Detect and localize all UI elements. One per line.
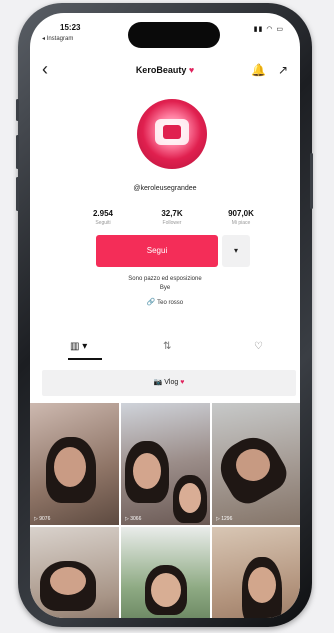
link-icon: 🔗 (146, 299, 156, 306)
thumbnail-face (133, 453, 161, 489)
share-icon[interactable]: ↗ (278, 63, 288, 77)
silent-switch (16, 99, 19, 121)
thumbnail-face (236, 449, 270, 481)
profile-handle: @keroleusegrandee (133, 185, 197, 192)
avatar-image-detail-2 (163, 125, 181, 139)
heart-icon: ♥ (188, 65, 195, 75)
status-time: 15:23 (60, 23, 81, 32)
thumbnail-face (50, 567, 86, 595)
tab-repost-icon[interactable]: ⇅ (163, 341, 171, 352)
playlist-vlog-button[interactable]: 📷 Vlog ♥ (42, 370, 296, 396)
stat-likes[interactable]: 907,0K Mi piace (208, 209, 274, 237)
profile-tabs: ▥ ▾ ⇅ ♡ (30, 337, 300, 361)
username-text: KeroBeauty (135, 65, 187, 75)
suggested-accounts-button[interactable]: ▾ (222, 235, 250, 267)
dynamic-island (128, 22, 220, 48)
video-thumbnail[interactable]: ▷ 3066 (121, 403, 210, 525)
thumbnail-face (151, 573, 181, 607)
playlist-label: Vlog (164, 379, 179, 386)
profile-link-text: Teo rosso (157, 300, 184, 306)
notification-bell-icon[interactable]: 🔔 (251, 63, 266, 77)
video-thumbnail[interactable] (30, 527, 119, 618)
tab-liked-icon[interactable]: ♡ (254, 341, 263, 352)
volume-up-button (16, 135, 19, 169)
thumbnail-face (54, 447, 86, 487)
power-button (310, 153, 313, 209)
stat-likes-value: 907,0K (228, 209, 254, 218)
stat-followers-value: 32,7K (161, 209, 183, 218)
stat-likes-label: Mi piace (231, 220, 251, 226)
thumbnail-face (179, 483, 201, 513)
playlist-heart-icon: ♥ (180, 379, 185, 386)
stat-following-value: 2.954 (92, 209, 114, 218)
back-to-app-link[interactable]: ◂ Instagram (42, 35, 73, 42)
tab-videos-grid-icon[interactable]: ▥ ▾ (70, 341, 87, 352)
active-tab-indicator (68, 358, 102, 360)
video-thumbnail[interactable] (212, 527, 300, 618)
bio-line-2: Bye (159, 285, 171, 291)
volume-down-button (16, 177, 19, 211)
follow-button[interactable]: Segui (96, 235, 218, 267)
stat-following[interactable]: 2.954 Seguiti (70, 209, 136, 237)
status-bar: 15:23 ◂ Instagram ▮▮ ◠ ▭ (30, 13, 300, 53)
thumbnail-face (248, 567, 276, 603)
profile-bio: Sono pazzo ed esposizione Bye (30, 275, 300, 293)
video-views: ▷ 9076 (34, 516, 51, 522)
stat-followers-label: Follower (162, 220, 182, 226)
profile-link[interactable]: 🔗 Teo rosso (30, 298, 300, 306)
video-grid: ▷ 9076 ▷ 3066 ▷ 1296 (30, 403, 300, 618)
video-thumbnail[interactable]: ▷ 1296 (212, 403, 300, 525)
camera-icon: 📷 (153, 379, 163, 386)
phone-screen: 15:23 ◂ Instagram ▮▮ ◠ ▭ ‹ KeroBeauty ♥ … (30, 13, 300, 618)
profile-nav-bar: ‹ KeroBeauty ♥ 🔔 ↗ (30, 57, 300, 87)
video-thumbnail[interactable]: ▷ 9076 (30, 403, 119, 525)
profile-stats: 2.954 Seguiti 32,7K Follower 907,0K Mi p… (70, 209, 274, 237)
video-thumbnail[interactable] (121, 527, 210, 618)
stat-followers[interactable]: 32,7K Follower (139, 209, 205, 237)
video-views: ▷ 1296 (216, 516, 233, 522)
bio-line-1: Sono pazzo ed esposizione (128, 276, 202, 282)
profile-avatar[interactable] (137, 99, 207, 169)
signal-wifi-battery-icon: ▮▮ ◠ ▭ (253, 26, 284, 33)
stat-following-label: Seguiti (95, 220, 111, 226)
video-views: ▷ 3066 (125, 516, 142, 522)
